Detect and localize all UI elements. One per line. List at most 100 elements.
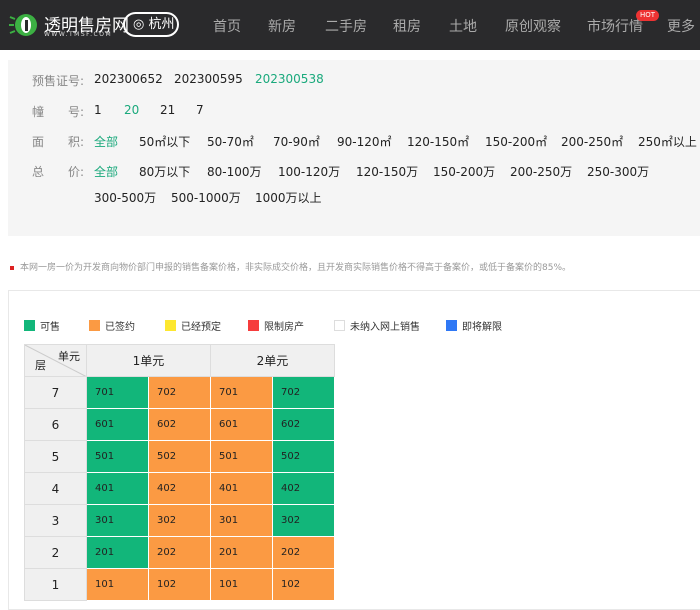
room-cell[interactable]: 101 <box>86 568 149 601</box>
table-corner: 单元 层 <box>24 344 87 377</box>
logo-icon[interactable] <box>8 9 40 41</box>
table-row: 6 601 602 601 602 <box>24 408 335 441</box>
legend-label: 可售 <box>40 322 60 333</box>
presale-option[interactable]: 202300652 <box>94 72 163 86</box>
price-option[interactable]: 全部 <box>94 163 118 180</box>
table-row: 5 501 502 501 502 <box>24 440 335 473</box>
floor-label: 3 <box>24 504 87 537</box>
floor-label: 6 <box>24 408 87 441</box>
table-row: 3 301 302 301 302 <box>24 504 335 537</box>
room-cell[interactable]: 702 <box>148 376 211 409</box>
room-cell[interactable]: 701 <box>210 376 273 409</box>
room-cell[interactable]: 102 <box>272 568 335 601</box>
nav-rent[interactable]: 租房 <box>393 16 421 36</box>
legend-label: 即将解限 <box>462 322 502 333</box>
table-row: 2 201 202 201 202 <box>24 536 335 569</box>
city-label: 杭州 <box>148 17 175 32</box>
price-option[interactable]: 120-150万 <box>356 163 418 180</box>
area-option[interactable]: 50㎡以下 <box>139 133 190 150</box>
room-cell[interactable]: 602 <box>272 408 335 441</box>
table-row: 7 701 702 701 702 <box>24 376 335 409</box>
presale-option-selected[interactable]: 202300538 <box>255 72 324 86</box>
room-cell[interactable]: 701 <box>86 376 149 409</box>
area-label: 面 积: <box>32 135 85 149</box>
legend-label: 已经预定 <box>181 322 221 333</box>
building-option[interactable]: 7 <box>196 103 204 117</box>
building-option-selected[interactable]: 20 <box>124 103 139 117</box>
floor-label: 4 <box>24 472 87 505</box>
room-cell[interactable]: 301 <box>86 504 149 537</box>
nav-land[interactable]: 土地 <box>449 16 477 36</box>
price-notice: 本网一房一价为开发商向物价部门申报的销售备案价格，非实际成交价格，且开发商实际销… <box>10 260 571 273</box>
nav-market[interactable]: 市场行情 <box>587 16 643 36</box>
building-option[interactable]: 21 <box>160 103 175 117</box>
room-cell[interactable]: 602 <box>148 408 211 441</box>
legend-item: 限制房产 <box>248 318 304 333</box>
price-option[interactable]: 250-300万 <box>587 163 649 180</box>
area-option[interactable]: 全部 <box>94 133 118 150</box>
price-label: 总 价: <box>32 165 85 179</box>
room-cell[interactable]: 102 <box>148 568 211 601</box>
legend-swatch-icon <box>24 320 35 331</box>
room-cell[interactable]: 501 <box>86 440 149 473</box>
room-cell[interactable]: 202 <box>148 536 211 569</box>
table-row: 4 401 402 401 402 <box>24 472 335 505</box>
building-option[interactable]: 1 <box>94 103 102 117</box>
legend-item: 即将解限 <box>446 318 502 333</box>
price-option[interactable]: 100-120万 <box>278 163 340 180</box>
nav-more[interactable]: 更多 <box>667 16 695 36</box>
legend-swatch-icon <box>89 320 100 331</box>
area-option[interactable]: 250㎡以上 <box>638 133 697 150</box>
price-option[interactable]: 200-250万 <box>510 163 572 180</box>
nav-home[interactable]: 首页 <box>213 16 241 36</box>
price-option[interactable]: 1000万以上 <box>255 189 322 206</box>
room-cell[interactable]: 301 <box>210 504 273 537</box>
price-option[interactable]: 300-500万 <box>94 189 156 206</box>
corner-unit-label: 单元 <box>58 350 80 363</box>
room-cell[interactable]: 501 <box>210 440 273 473</box>
notice-text: 本网一房一价为开发商向物价部门申报的销售备案价格，非实际成交价格，且开发商实际销… <box>20 263 572 273</box>
city-selector[interactable]: ◎ 杭州 <box>123 12 179 37</box>
floor-label: 5 <box>24 440 87 473</box>
room-cell[interactable]: 201 <box>210 536 273 569</box>
room-cell[interactable]: 601 <box>86 408 149 441</box>
presale-option[interactable]: 202300595 <box>174 72 243 86</box>
table-row: 1 101 102 101 102 <box>24 568 335 601</box>
room-cell[interactable]: 401 <box>86 472 149 505</box>
filter-panel: 预售证号: 202300652 202300595 202300538 幢 号:… <box>8 60 700 236</box>
nav-original[interactable]: 原创观察 <box>505 16 561 36</box>
area-option[interactable]: 70-90㎡ <box>273 133 320 150</box>
price-option[interactable]: 80万以下 <box>139 163 190 180</box>
nav-second-hand[interactable]: 二手房 <box>325 16 367 36</box>
top-nav: 透明售房网 WWW.TMSF.COM ◎ 杭州 首页 新房 二手房 租房 土地 … <box>0 0 700 50</box>
legend-swatch-icon <box>446 320 457 331</box>
room-cell[interactable]: 502 <box>148 440 211 473</box>
price-option[interactable]: 150-200万 <box>433 163 495 180</box>
area-option[interactable]: 50-70㎡ <box>207 133 254 150</box>
legend-item: 已签约 <box>89 318 135 333</box>
room-cell[interactable]: 402 <box>148 472 211 505</box>
room-cell[interactable]: 702 <box>272 376 335 409</box>
price-option[interactable]: 80-100万 <box>207 163 262 180</box>
legend-item: 未纳入网上销售 <box>334 318 420 333</box>
room-cell[interactable]: 202 <box>272 536 335 569</box>
room-cell[interactable]: 601 <box>210 408 273 441</box>
price-option[interactable]: 500-1000万 <box>171 189 241 206</box>
area-option[interactable]: 120-150㎡ <box>407 133 469 150</box>
floor-label: 1 <box>24 568 87 601</box>
room-cell[interactable]: 201 <box>86 536 149 569</box>
room-cell[interactable]: 101 <box>210 568 273 601</box>
room-cell[interactable]: 402 <box>272 472 335 505</box>
nav-new-house[interactable]: 新房 <box>268 16 296 36</box>
room-cell[interactable]: 302 <box>148 504 211 537</box>
area-option[interactable]: 200-250㎡ <box>561 133 623 150</box>
legend-swatch-icon <box>165 320 176 331</box>
area-option[interactable]: 150-200㎡ <box>485 133 547 150</box>
legend-label: 未纳入网上销售 <box>350 322 420 333</box>
area-option[interactable]: 90-120㎡ <box>337 133 392 150</box>
room-cell[interactable]: 401 <box>210 472 273 505</box>
room-cell[interactable]: 502 <box>272 440 335 473</box>
unit-table: 单元 层 1单元 2单元 7 701 702 701 702 6 601 602 601 602 5… <box>24 344 335 601</box>
unit-header: 2单元 <box>210 344 335 377</box>
room-cell[interactable]: 302 <box>272 504 335 537</box>
